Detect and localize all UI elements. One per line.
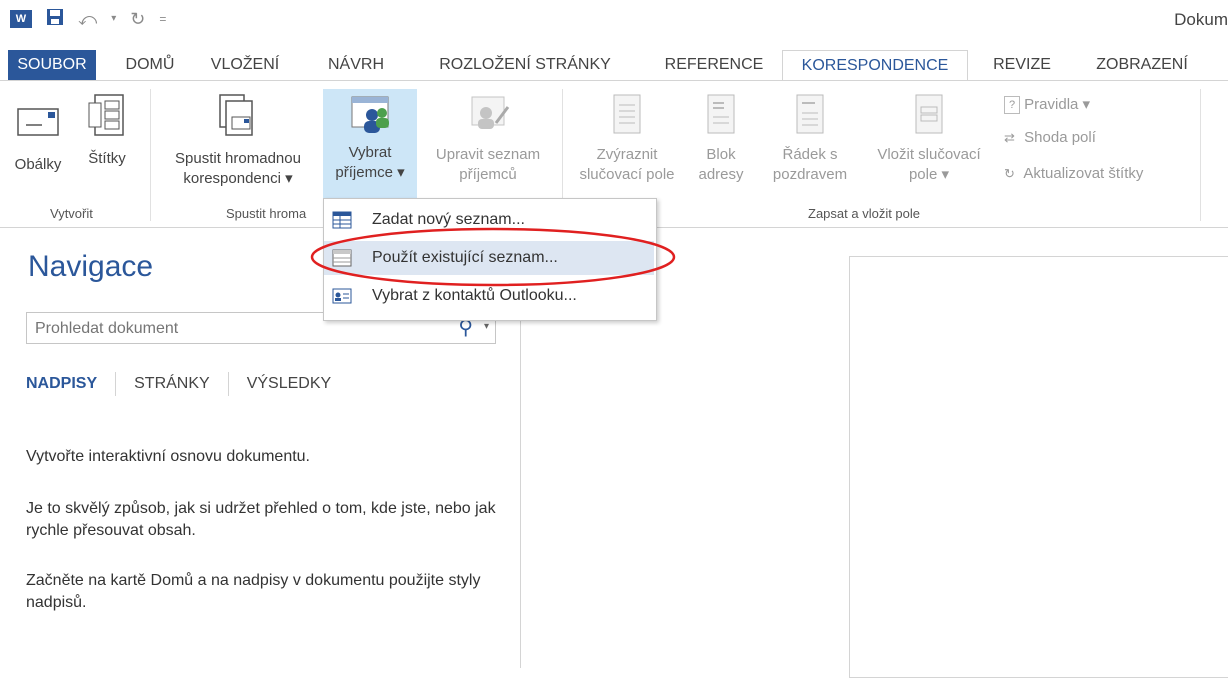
tab-page-layout[interactable]: ROZLOŽENÍ STRÁNKY: [420, 50, 630, 80]
menu-item-label: Vybrat z kontaktů Outlooku...: [372, 287, 577, 304]
existing-list-icon: [332, 249, 352, 267]
document-page[interactable]: [849, 256, 1228, 678]
tab-review[interactable]: REVIZE: [986, 50, 1058, 80]
select-recipients-label-2: příjemce ▾: [335, 164, 405, 181]
nav-title: Navigace: [28, 250, 154, 283]
group-label-start-merge: Spustit hroma: [226, 206, 307, 221]
envelope-icon: [17, 108, 59, 136]
nav-tab-pages[interactable]: STRÁNKY: [116, 375, 228, 393]
group-label-create: Vytvořit: [50, 206, 93, 221]
insert-field-icon: [915, 94, 943, 134]
tab-home[interactable]: DOMŮ: [118, 50, 182, 80]
select-recipients-menu: Zadat nový seznam... Použít existující s…: [323, 198, 657, 321]
greeting-line-label-1: Řádek s: [782, 146, 838, 163]
tab-view[interactable]: ZOBRAZENÍ: [1082, 50, 1202, 80]
greeting-line-icon: [796, 94, 824, 134]
start-mail-merge-label-1: Spustit hromadnou: [175, 150, 301, 167]
group-label-write-insert: Zapsat a vložit pole: [808, 206, 921, 221]
menu-item-new-list[interactable]: Zadat nový seznam...: [324, 203, 654, 237]
labels-button[interactable]: Štítky: [72, 91, 142, 193]
redo-icon[interactable]: ↻: [130, 10, 145, 28]
address-block-button[interactable]: Blok adresy: [686, 91, 756, 199]
labels-label: Štítky: [88, 150, 126, 167]
edit-recipient-list-label-2: příjemců: [459, 166, 517, 183]
word-logo-icon: W: [10, 9, 32, 28]
recipients-icon: [351, 96, 389, 133]
nav-help-text-1: Vytvořte interaktivní osnovu dokumentu.: [26, 448, 310, 465]
nav-help-text-3: Začněte na kartě Domů a na nadpisy v dok…: [26, 572, 481, 611]
start-mail-merge-label-2: korespondenci ▾: [183, 170, 293, 187]
address-block-label-1: Blok: [706, 146, 736, 163]
update-labels-button[interactable]: ↻ Aktualizovat štítky: [1004, 165, 1143, 182]
title-bar: W ⤺ ▾ ↻ = Dokum: [0, 0, 1228, 46]
rules-button[interactable]: ? Pravidla ▾: [1004, 95, 1091, 115]
nav-tab-headings[interactable]: NADPISY: [26, 375, 115, 393]
menu-item-outlook-contacts[interactable]: Vybrat z kontaktů Outlooku...: [324, 279, 654, 313]
insert-merge-field-button[interactable]: Vložit slučovací pole ▾: [858, 91, 1000, 199]
insert-merge-field-label-2: pole ▾: [908, 166, 950, 183]
menu-item-label: Použít existující seznam...: [372, 249, 558, 266]
highlight-fields-icon: [613, 94, 641, 134]
update-labels-label: Aktualizovat štítky: [1023, 165, 1144, 182]
save-icon[interactable]: [46, 8, 64, 29]
group-separator: [1200, 89, 1201, 221]
menu-item-use-existing-list[interactable]: Použít existující seznam...: [324, 241, 654, 275]
search-input[interactable]: [33, 319, 437, 339]
highlight-merge-fields-button[interactable]: Zvýraznit slučovací pole: [566, 91, 688, 199]
select-recipients-label-1: Vybrat: [348, 144, 392, 161]
insert-merge-field-label-1: Vložit slučovací: [877, 146, 981, 163]
envelopes-label: Obálky: [14, 156, 62, 173]
new-list-icon: [332, 211, 352, 229]
customize-icon[interactable]: =: [159, 10, 166, 28]
edit-recipient-list-label-1: Upravit seznam: [435, 146, 541, 163]
start-mail-merge-button[interactable]: Spustit hromadnou korespondenci ▾: [156, 91, 320, 199]
tab-mailings[interactable]: KORESPONDENCE: [782, 50, 968, 81]
undo-dropdown-icon[interactable]: ▾: [111, 10, 116, 28]
highlight-merge-fields-label-1: Zvýraznit: [596, 146, 658, 163]
tab-file[interactable]: SOUBOR: [8, 50, 96, 80]
highlight-merge-fields-label-2: slučovací pole: [579, 166, 675, 183]
rules-label: Pravidla ▾: [1024, 96, 1091, 113]
search-dropdown-icon[interactable]: ▾: [484, 321, 489, 332]
quick-access-toolbar: W ⤺ ▾ ↻ =: [10, 8, 166, 29]
merge-doc-icon: [219, 94, 253, 136]
edit-recipient-list-button[interactable]: Upravit seznam příjemců: [418, 91, 558, 199]
tab-references[interactable]: REFERENCE: [660, 50, 768, 80]
greeting-line-label-2: pozdravem: [772, 166, 848, 183]
nav-tab-results[interactable]: VÝSLEDKY: [229, 375, 349, 393]
edit-recipients-icon: [471, 96, 510, 129]
ribbon-tabs: SOUBOR DOMŮ VLOŽENÍ NÁVRH ROZLOŽENÍ STRÁ…: [0, 50, 1228, 81]
undo-icon[interactable]: ⤺: [78, 10, 97, 28]
address-block-icon: [707, 94, 735, 134]
select-recipients-button[interactable]: Vybrat příjemce ▾: [323, 89, 417, 199]
match-fields-label: Shoda polí: [1024, 129, 1096, 146]
outlook-contacts-icon: [332, 288, 352, 304]
match-fields-button[interactable]: ⇄ Shoda polí: [1004, 129, 1096, 146]
label-sheet-icon: [88, 94, 124, 136]
document-title: Dokum: [1174, 10, 1228, 29]
nav-tabs: NADPISY STRÁNKY VÝSLEDKY: [26, 372, 349, 396]
address-block-label-2: adresy: [698, 166, 744, 183]
envelopes-button[interactable]: Obálky: [8, 91, 68, 193]
tab-insert[interactable]: VLOŽENÍ: [205, 50, 285, 80]
update-labels-icon: ↻: [1004, 166, 1015, 182]
match-fields-icon: ⇄: [1004, 130, 1015, 146]
nav-help-text-2: Je to skvělý způsob, jak si udržet přehl…: [26, 500, 496, 539]
greeting-line-button[interactable]: Řádek s pozdravem: [768, 91, 852, 199]
rules-icon: ?: [1004, 96, 1020, 115]
tab-design[interactable]: NÁVRH: [320, 50, 392, 80]
group-separator: [150, 89, 151, 221]
menu-item-label: Zadat nový seznam...: [372, 211, 525, 228]
